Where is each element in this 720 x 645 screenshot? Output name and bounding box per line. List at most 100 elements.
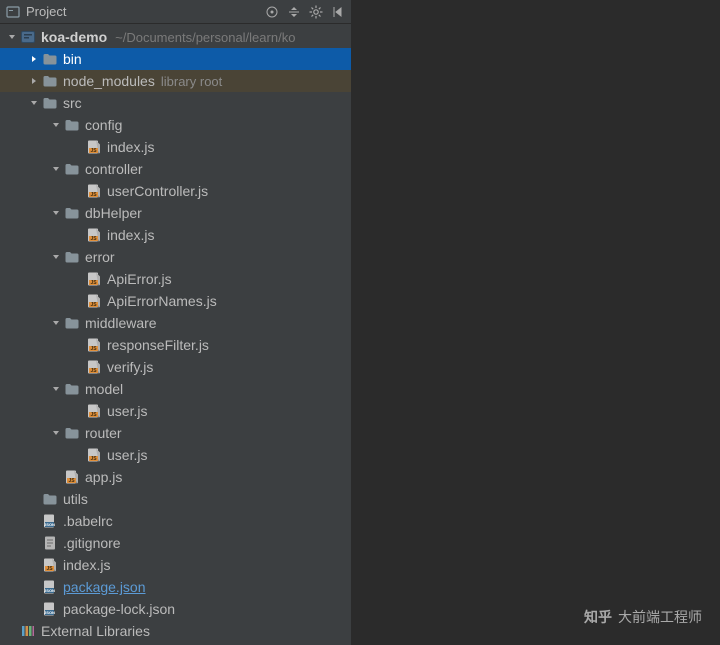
tree-row[interactable]: JS verify.js [0,356,351,378]
js-icon: JS [86,293,102,309]
tree-label: bin [63,51,82,67]
svg-text:JS: JS [90,346,97,352]
tree-row[interactable]: JSresponseFilter.js [0,334,351,356]
tree-row[interactable]: JS userController.js [0,180,351,202]
tree-label: .gitignore [63,535,121,551]
tree-label: ApiErrorNames.js [107,293,217,309]
tree-row[interactable]: External Libraries [0,620,351,642]
tree-label: verify.js [107,359,153,375]
folder-icon [42,73,58,89]
tree-label: error [85,249,115,265]
tree-label: ApiError.js [107,271,172,287]
chevron-down-icon[interactable] [50,317,62,329]
svg-text:JS: JS [90,368,97,374]
panel-header: Project [0,0,351,24]
tree-label: koa-demo [41,29,107,45]
tree-row[interactable]: .gitignore [0,532,351,554]
tree-row[interactable]: JS index.js [0,136,351,158]
settings-icon[interactable] [309,5,323,19]
chevron-down-icon[interactable] [50,383,62,395]
collapse-all-icon[interactable] [287,5,301,19]
svg-text:JS: JS [90,192,97,198]
tree-row[interactable]: JS user.js [0,400,351,422]
svg-text:JS: JS [46,566,53,572]
chevron-down-icon[interactable] [50,119,62,131]
js-icon: JS [86,337,102,353]
tree-row[interactable]: model [0,378,351,400]
chevron-down-icon[interactable] [50,163,62,175]
tree-row[interactable]: error [0,246,351,268]
project-panel: Project koa-demo ~/Documents/personal/lea… [0,0,352,645]
folder-icon [64,117,80,133]
tree-row[interactable]: JSON.babelrc [0,510,351,532]
panel-title: Project [26,4,265,19]
tree-row[interactable]: JSindex.js [0,554,351,576]
chevron-down-icon[interactable] [50,427,62,439]
tree-label: controller [85,161,143,177]
hide-icon[interactable] [331,5,345,19]
js-icon: JS [42,557,58,573]
tree-row[interactable]: node_moduleslibrary root [0,70,351,92]
tree-row[interactable]: koa-demo ~/Documents/personal/learn/ko [0,26,351,48]
svg-text:JSON: JSON [44,610,55,615]
tree-row[interactable]: JSONpackage-lock.json [0,598,351,620]
folder-icon [64,205,80,221]
tree-row[interactable]: JSApiError.js [0,268,351,290]
tree-row[interactable]: config [0,114,351,136]
tree-label: app.js [85,469,122,485]
js-icon: JS [86,227,102,243]
chevron-down-icon[interactable] [6,31,18,43]
tree-row[interactable]: JS index.js [0,224,351,246]
tree-label: utils [63,491,88,507]
js-icon: JS [86,183,102,199]
editor-area: 知乎 大前端工程师 [352,0,720,645]
tree-label: userController.js [107,183,208,199]
tree-row[interactable]: middleware [0,312,351,334]
folder-icon [64,381,80,397]
tree-row[interactable]: controller [0,158,351,180]
folder-icon [42,95,58,111]
chevron-down-icon[interactable] [28,97,40,109]
tree-label: .babelrc [63,513,113,529]
js-icon: JS [86,359,102,375]
chevron-down-icon[interactable] [50,207,62,219]
tree-label: middleware [85,315,157,331]
tree-label: user.js [107,447,147,463]
tree-row[interactable]: router [0,422,351,444]
file-icon [42,535,58,551]
tree-row[interactable]: src [0,92,351,114]
tree-label: user.js [107,403,147,419]
tree-label: model [85,381,123,397]
library-root-label: library root [161,74,222,89]
tree-row[interactable]: JS user.js [0,444,351,466]
js-icon: JS [86,403,102,419]
js-icon: JS [86,447,102,463]
json-icon: JSON [42,601,58,617]
svg-text:JS: JS [90,236,97,242]
tree-label: src [63,95,82,111]
tree-row[interactable]: utils [0,488,351,510]
chevron-down-icon[interactable] [50,251,62,263]
svg-text:JS: JS [90,412,97,418]
tree-row[interactable]: JS app.js [0,466,351,488]
chevron-right-icon[interactable] [28,75,40,87]
tree-label: External Libraries [41,623,150,639]
svg-text:JS: JS [90,148,97,154]
tree-row[interactable]: JS ApiErrorNames.js [0,290,351,312]
tree-label: index.js [107,139,154,155]
project-path: ~/Documents/personal/learn/ko [115,30,295,45]
chevron-right-icon[interactable] [28,53,40,65]
target-icon[interactable] [265,5,279,19]
tree-row[interactable]: bin [0,48,351,70]
folder-icon [42,51,58,67]
js-icon: JS [86,139,102,155]
folder-icon [64,161,80,177]
project-tree[interactable]: koa-demo ~/Documents/personal/learn/ko bin… [0,24,351,645]
tree-row[interactable]: dbHelper [0,202,351,224]
watermark-text: 大前端工程师 [618,607,702,627]
tree-label: index.js [107,227,154,243]
tree-row[interactable]: JSONpackage.json [0,576,351,598]
tree-label: config [85,117,122,133]
watermark-brand: 知乎 [584,607,612,627]
js-icon: JS [64,469,80,485]
